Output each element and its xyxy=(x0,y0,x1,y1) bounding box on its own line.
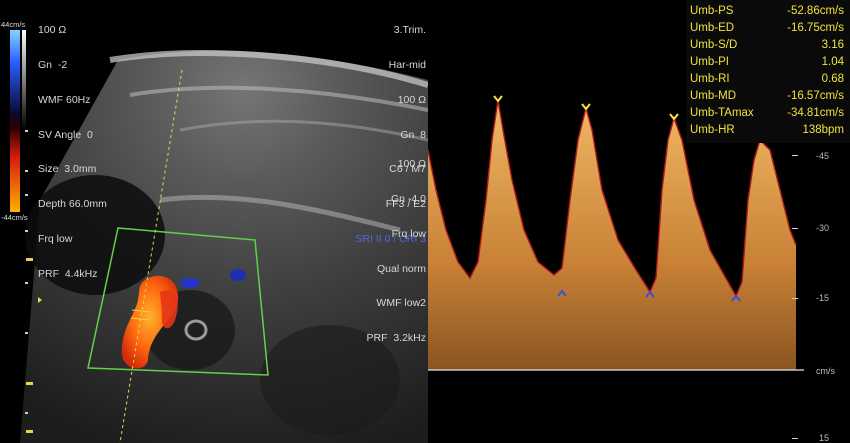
param-prf-2: PRF 3.2kHz xyxy=(366,332,426,345)
scale-unit: cm/s xyxy=(816,366,835,376)
param-harmonic: Har-mid xyxy=(388,58,426,71)
measurement-panel: Umb-PS -52.86cm/s Umb-ED -16.75cm/s Umb-… xyxy=(686,0,850,143)
param-trimester: 3.Trim. xyxy=(393,24,426,37)
ultrasound-screen: 44cm/s -44cm/s 100 Ω Gn -2 WMF 60Hz SV A… xyxy=(0,0,850,443)
left-params: 100 Ω Gn -2 WMF 60Hz SV Angle 0 Size 3.0… xyxy=(38,2,107,303)
param-depth: Depth 66.0mm xyxy=(38,198,107,211)
param-wmf-2: WMF low2 xyxy=(376,297,426,310)
doppler-params: 100 Ω Gn -4.0 Frq low Qual norm WMF low2… xyxy=(366,136,426,368)
measurement-row: Umb-PI 1.04 xyxy=(690,56,844,68)
scale-tick-30: -30 xyxy=(816,223,830,233)
scale-tick-45: -45 xyxy=(816,151,830,161)
scale-tick-15: -15 xyxy=(816,293,830,303)
measurement-row: Umb-TAmax -34.81cm/s xyxy=(690,107,844,119)
param-frq: Frq low xyxy=(38,232,73,245)
measurement-row: Umb-HR 138bpm xyxy=(690,124,844,136)
colorbar-top-label: 44cm/s xyxy=(1,20,26,29)
param-sv-angle: SV Angle 0 xyxy=(38,128,93,141)
measurement-row: Umb-PS -52.86cm/s xyxy=(690,5,844,17)
param-prf: PRF 4.4kHz xyxy=(38,267,98,280)
param-gain: Gn -2 xyxy=(38,58,68,71)
color-scale-bar xyxy=(10,30,20,212)
measurement-row: Umb-MD -16.57cm/s xyxy=(690,90,844,102)
peak-marker xyxy=(493,95,503,103)
param-size: Size 3.0mm xyxy=(38,163,97,176)
param-quality: Qual norm xyxy=(376,262,426,275)
measurement-row: Umb-S/D 3.16 xyxy=(690,39,844,51)
scale-tick-pos15: 15 xyxy=(819,433,830,443)
param-wmf: WMF 60Hz xyxy=(38,93,91,106)
param-power: 100 Ω xyxy=(38,24,67,37)
measurement-row: Umb-ED -16.75cm/s xyxy=(690,22,844,34)
measurement-row: Umb-RI 0.68 xyxy=(690,73,844,85)
param-power-2: 100 Ω xyxy=(397,93,426,106)
colorbar-bottom-label: -44cm/s xyxy=(1,213,28,222)
param-power-3: 100 Ω xyxy=(397,158,426,171)
param-gain-3: Gn -4.0 xyxy=(390,192,426,205)
param-frq-2: Frq low xyxy=(391,227,426,240)
